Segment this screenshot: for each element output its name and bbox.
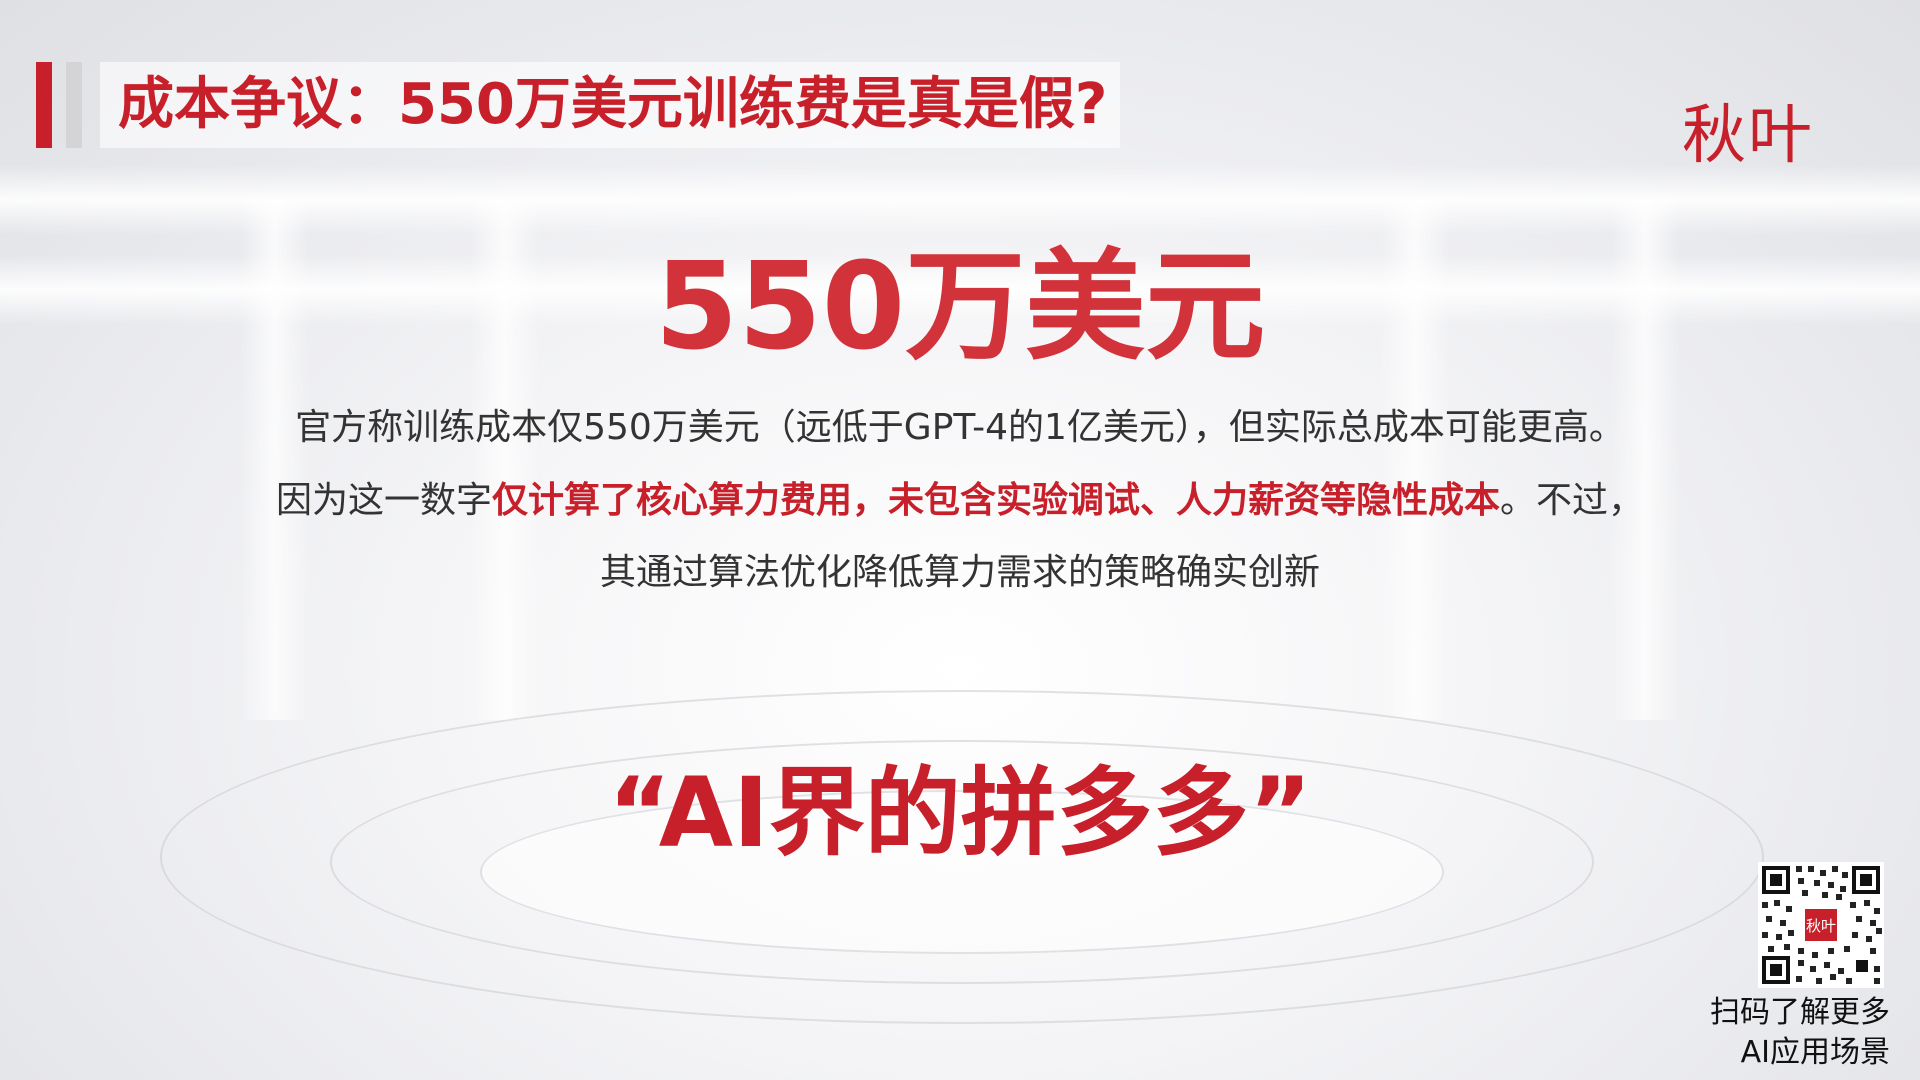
qr-code[interactable]: 秋叶 [1758,862,1884,988]
paragraph-line-2-prefix: 因为这一数字 [275,480,492,521]
page-title: 成本争议：550万美元训练费是真是假? [118,72,1108,137]
highlighted-text: 仅计算了核心算力费用，未包含实验调试、人力薪资等隐性成本 [491,480,1500,521]
qr-code-icon: 秋叶 [1758,862,1884,988]
title-accent-bar-gray [66,62,82,148]
qr-caption-line-1: 扫码了解更多 [1710,995,1890,1030]
paragraph-line-2: 因为这一数字仅计算了核心算力费用，未包含实验调试、人力薪资等隐性成本。不过， [0,477,1920,525]
qr-center-label: 秋叶 [1806,917,1836,935]
qr-caption-line-2: AI应用场景 [1740,1035,1890,1070]
slide: 成本争议：550万美元训练费是真是假? 秋叶 550万美元 官方称训练成本仅55… [0,0,1920,1080]
title-accent-bar [36,62,52,148]
paragraph-line-1: 官方称训练成本仅550万美元（远低于GPT-4的1亿美元），但实际总成本可能更高… [295,407,1625,448]
paragraph-line-3: 其通过算法优化降低算力需求的策略确实创新 [599,552,1320,593]
paragraph-line-2-suffix: 。不过， [1500,480,1645,521]
slogan: “AI界的拼多多” [608,757,1312,869]
headline-number: 550万美元 [654,238,1266,377]
brand-logo: 秋叶 [1682,99,1814,173]
